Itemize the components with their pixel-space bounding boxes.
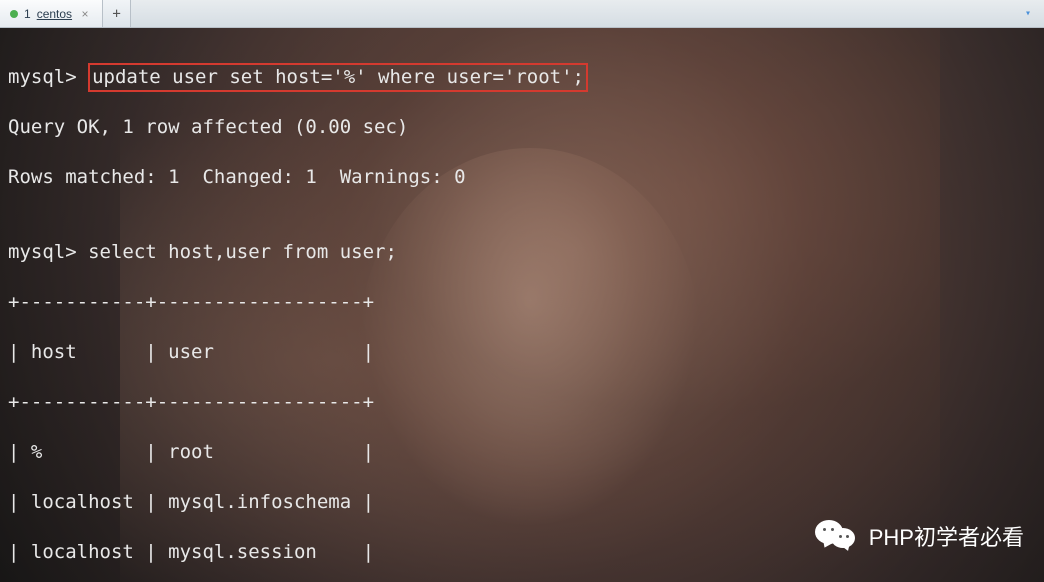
tab-close-button[interactable]: × — [78, 7, 92, 21]
tab-label: centos — [37, 7, 72, 21]
connection-status-icon — [10, 10, 18, 18]
table-row: | % | root | — [8, 440, 1036, 465]
watermark-text: PHP初学者必看 — [869, 520, 1024, 552]
tab-bar: 1 centos × + ▾ — [0, 0, 1044, 28]
new-tab-button[interactable]: + — [103, 0, 131, 27]
tab-menu-button[interactable]: ▾ — [1018, 4, 1038, 22]
terminal-tab-1[interactable]: 1 centos × — [0, 0, 103, 27]
term-line: mysql> select host,user from user; — [8, 240, 1036, 265]
mysql-prompt: mysql> — [8, 66, 88, 88]
terminal-output: mysql> update user set host='%' where us… — [0, 28, 1044, 582]
terminal-viewport[interactable]: mysql> update user set host='%' where us… — [0, 28, 1044, 582]
table-separator: +-----------+------------------+ — [8, 290, 1036, 315]
table-separator: +-----------+------------------+ — [8, 390, 1036, 415]
tab-index: 1 — [24, 7, 31, 21]
table-header: | host | user | — [8, 340, 1036, 365]
term-line: Rows matched: 1 Changed: 1 Warnings: 0 — [8, 165, 1036, 190]
term-line: mysql> update user set host='%' where us… — [8, 65, 1036, 90]
wechat-icon — [815, 514, 859, 558]
watermark: PHP初学者必看 — [815, 514, 1024, 558]
highlighted-command: update user set host='%' where user='roo… — [88, 63, 588, 92]
table-row: | localhost | mysql.infoschema | — [8, 490, 1036, 515]
term-line: Query OK, 1 row affected (0.00 sec) — [8, 115, 1036, 140]
